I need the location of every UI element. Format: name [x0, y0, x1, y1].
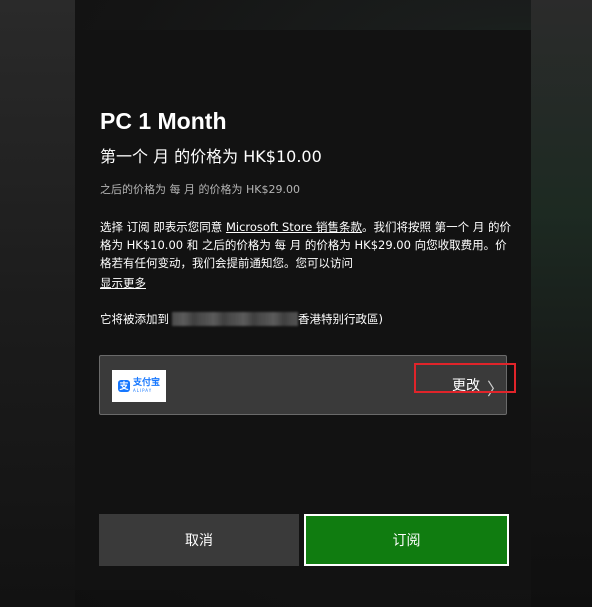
highlight-box	[414, 363, 516, 393]
background-left	[0, 0, 75, 607]
sales-terms-link[interactable]: Microsoft Store 销售条款	[226, 220, 362, 234]
subscription-dialog: PC 1 Month 第一个 月 的价格为 HK$10.00 之后的价格为 每 …	[75, 30, 531, 590]
intro-price-text: 第一个 月 的价格为 HK$10.00	[100, 147, 322, 166]
alipay-mark-icon: 支	[117, 380, 130, 392]
account-info: 它将被添加到 香港特别行政區)	[100, 311, 383, 327]
alipay-name-en: ALIPAY	[132, 388, 153, 393]
alipay-name-cn: 支付宝	[132, 378, 160, 388]
added-prefix: 它将被添加到	[100, 312, 169, 326]
recurring-price-text: 之后的价格为 每 月 的价格为 HK$29.00	[100, 183, 300, 196]
added-suffix: 香港特别行政區)	[298, 312, 383, 326]
alipay-wordmark: 支付宝 ALIPAY	[133, 379, 160, 393]
redacted-account	[172, 312, 298, 326]
cancel-button[interactable]: 取消	[99, 514, 299, 566]
background-right	[531, 0, 592, 607]
subscribe-button[interactable]: 订阅	[304, 514, 509, 566]
terms-text: 选择 订阅 即表示您同意 Microsoft Store 销售条款。我们将按照 …	[100, 218, 515, 272]
product-title: PC 1 Month	[100, 108, 227, 134]
alipay-logo-icon: 支 支付宝 ALIPAY	[112, 370, 166, 402]
terms-prefix: 选择 订阅 即表示您同意	[100, 220, 226, 234]
show-more-link[interactable]: 显示更多	[100, 275, 146, 291]
